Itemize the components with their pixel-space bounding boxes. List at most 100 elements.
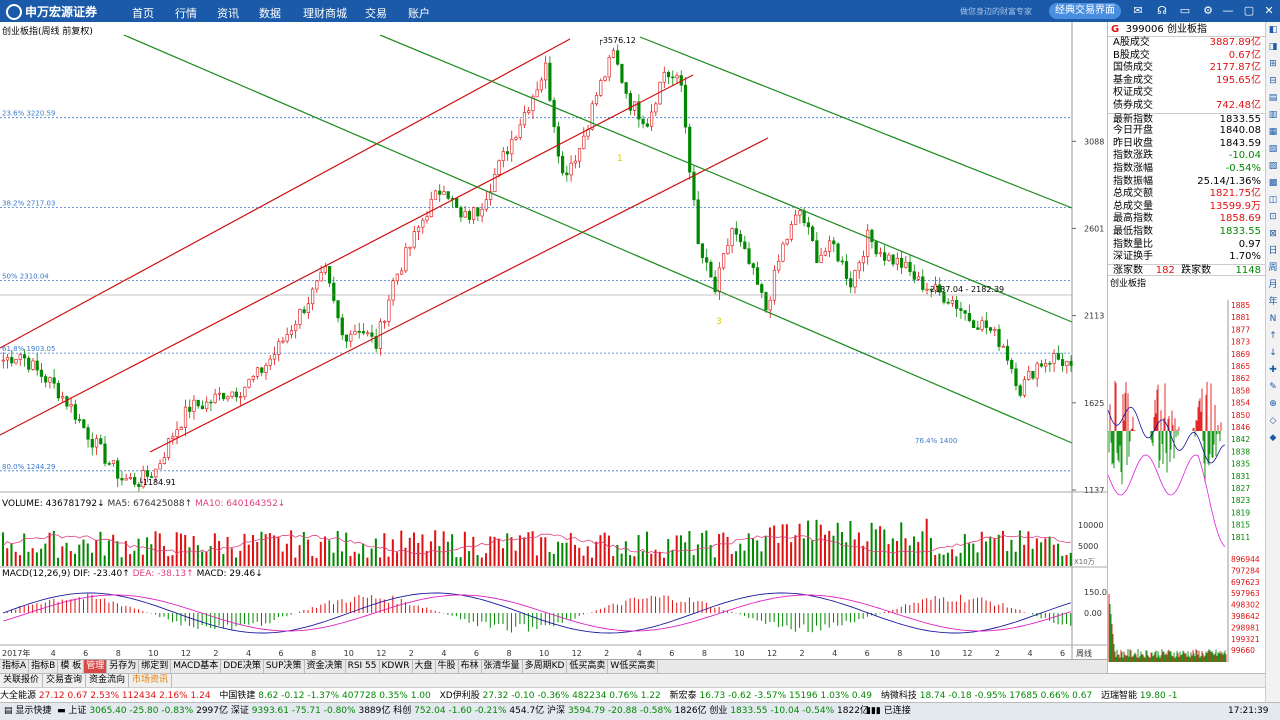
- volume-bar: [379, 557, 382, 566]
- quote-row: 昨日收盘 1843.59: [1108, 138, 1265, 151]
- tab-item[interactable]: 绑定到: [139, 660, 172, 673]
- toolbar-icon[interactable]: 月: [1266, 277, 1280, 294]
- toolbar-icon[interactable]: ↓: [1266, 345, 1280, 362]
- volume-bar: [256, 541, 259, 566]
- toolbar-icon[interactable]: ⊠: [1266, 226, 1280, 243]
- candle: [637, 101, 641, 120]
- index-cy[interactable]: 创业 1833.55 -10.04 -0.54% 1822亿: [709, 706, 869, 716]
- menu-account[interactable]: 账户: [408, 5, 430, 21]
- candle: [861, 256, 866, 264]
- ticker-item[interactable]: 纳微科技 18.74 -0.18 -0.95% 17685 0.66% 0.67: [881, 691, 1098, 701]
- toolbar-icon[interactable]: ▤: [1266, 90, 1280, 107]
- toolbar-icon[interactable]: ↑: [1266, 328, 1280, 345]
- ticker-item[interactable]: 新宏泰 16.73 -0.62 -3.57% 15196 1.03% 0.49: [670, 691, 878, 701]
- tab-item[interactable]: SUP决策: [264, 660, 305, 673]
- tab-item[interactable]: 市场资讯: [129, 674, 173, 687]
- tab-item[interactable]: 资金流向: [86, 674, 130, 687]
- headset-icon[interactable]: ☊: [1155, 4, 1169, 18]
- tab-item[interactable]: 张清华量: [482, 660, 523, 673]
- volume-bar: [57, 557, 60, 566]
- toolbar-icon[interactable]: 周: [1266, 260, 1280, 277]
- close-icon[interactable]: ✕: [1262, 4, 1276, 18]
- quote-row: 总成交量 13599.9万: [1108, 201, 1265, 214]
- tab-item[interactable]: 关联报价: [0, 674, 44, 687]
- candle: [200, 405, 205, 410]
- menu-mall[interactable]: 理财商城: [303, 5, 347, 21]
- kline-chart[interactable]: 3088 2601 2113 1625 1137 23.6% 3220.59 38.2% 2…: [0, 22, 1107, 659]
- toolbar-icon[interactable]: ⊡: [1266, 209, 1280, 226]
- intraday-mini-chart[interactable]: 1885 1881 1877 1873 1869 1865 1862 1858 1854 1850…: [1108, 300, 1266, 662]
- tab-item[interactable]: 交易查询: [43, 674, 87, 687]
- quote-row-label: 指数涨跌: [1113, 150, 1153, 162]
- macd-label: MACD(12,26,9) DIF: -23.40↑ DEA: -38.13↑ …: [2, 569, 263, 579]
- toolbar-icon[interactable]: ◧: [1266, 22, 1280, 39]
- candle: [582, 135, 586, 149]
- tab-item[interactable]: 另存为: [107, 660, 140, 673]
- tab-item[interactable]: 指标B: [29, 660, 59, 673]
- toolbar-icon[interactable]: ◨: [1266, 39, 1280, 56]
- toolbar-icon[interactable]: ⊟: [1266, 73, 1280, 90]
- quote-row: 权证成交: [1108, 87, 1265, 100]
- toolbar-icon[interactable]: ▨: [1266, 158, 1280, 175]
- toolbar-icon[interactable]: ✎: [1266, 379, 1280, 396]
- show-quick-button[interactable]: ▤ 显示快捷: [4, 706, 51, 716]
- x-label: 6: [83, 649, 88, 658]
- menu-trade[interactable]: 交易: [365, 5, 387, 21]
- index-sh[interactable]: ▬ 上证 3065.40 -25.80 -0.83% 2997亿: [57, 706, 228, 716]
- tab-item[interactable]: 大盘: [413, 660, 436, 673]
- mail-icon[interactable]: ▭: [1178, 4, 1192, 18]
- tab-item[interactable]: KDWR: [380, 660, 413, 673]
- index-hs[interactable]: 沪深 3594.79 -20.88 -0.58% 1826亿: [547, 706, 707, 716]
- volume-bar: [230, 548, 233, 566]
- minimize-icon[interactable]: —: [1221, 4, 1235, 18]
- main-chart-area[interactable]: 3088 2601 2113 1625 1137 23.6% 3220.59 38.2% 2…: [0, 22, 1107, 659]
- tab-item[interactable]: MACD基本: [171, 660, 222, 673]
- tab-item[interactable]: DDE决策: [221, 660, 264, 673]
- ticker-item[interactable]: XD伊利股 27.32 -0.10 -0.36% 482234 0.76% 1.…: [440, 691, 667, 701]
- maximize-icon[interactable]: ▢: [1242, 4, 1256, 18]
- index-kc[interactable]: 科创 752.04 -1.60 -0.21% 454.7亿: [393, 706, 544, 716]
- toolbar-icon[interactable]: ▧: [1266, 141, 1280, 158]
- menu-home[interactable]: 首页: [132, 5, 154, 21]
- index-sz[interactable]: 深证 9393.61 -75.71 -0.80% 3889亿: [231, 706, 391, 716]
- toolbar-icon[interactable]: N: [1266, 311, 1280, 328]
- candle: [700, 243, 705, 258]
- toolbar-icon[interactable]: ▩: [1266, 175, 1280, 192]
- toolbar-icon[interactable]: ▦: [1266, 124, 1280, 141]
- toolbar-icon[interactable]: ⊞: [1266, 56, 1280, 73]
- tab-item[interactable]: 低买高卖: [567, 660, 609, 673]
- tab-item[interactable]: 模 板: [58, 660, 85, 673]
- toolbar-icon[interactable]: ▥: [1266, 107, 1280, 124]
- toolbar-icon[interactable]: ◆: [1266, 430, 1280, 447]
- menu-market[interactable]: 行情: [175, 5, 197, 21]
- menu-data[interactable]: 数据: [259, 5, 281, 21]
- settings-icon[interactable]: ⚙: [1201, 4, 1215, 18]
- ticker-item[interactable]: 中国铁建 8.62 -0.12 -1.37% 407728 0.35% 1.00: [219, 691, 436, 701]
- candle: [357, 331, 361, 333]
- toolbar-icon[interactable]: ✚: [1266, 362, 1280, 379]
- x-label: 6: [279, 649, 284, 658]
- candle: [565, 172, 569, 176]
- toolbar-icon[interactable]: 年: [1266, 294, 1280, 311]
- message-icon[interactable]: ✉: [1131, 4, 1145, 18]
- toolbar-icon[interactable]: ⊕: [1266, 396, 1280, 413]
- volume-bar: [78, 544, 81, 566]
- tab-item[interactable]: 管理: [84, 660, 108, 673]
- mini-price-label: 99660: [1231, 646, 1255, 655]
- toolbar-icon[interactable]: 日: [1266, 243, 1280, 260]
- candle: [539, 79, 544, 91]
- tab-item[interactable]: 指标A: [0, 660, 30, 673]
- tab-item[interactable]: W低买高卖: [608, 660, 659, 673]
- ticker-item[interactable]: 大全能源 27.12 0.67 2.53% 112434 2.16% 1.24: [0, 691, 216, 701]
- toolbar-icon[interactable]: ◫: [1266, 192, 1280, 209]
- tab-item[interactable]: 资金决策: [305, 660, 346, 673]
- brand-logo[interactable]: 申万宏源证券: [6, 3, 97, 20]
- menu-news[interactable]: 资讯: [217, 5, 239, 21]
- tab-item[interactable]: 布林: [459, 660, 482, 673]
- ticker-item[interactable]: 迈瑞智能 19.80 -1: [1101, 691, 1180, 701]
- toolbar-icon[interactable]: ◇: [1266, 413, 1280, 430]
- tab-item[interactable]: RSI 55: [346, 660, 380, 673]
- classic-trade-button[interactable]: 经典交易界面: [1049, 3, 1121, 19]
- tab-item[interactable]: 牛股: [436, 660, 459, 673]
- tab-item[interactable]: 多周期KD: [523, 660, 568, 673]
